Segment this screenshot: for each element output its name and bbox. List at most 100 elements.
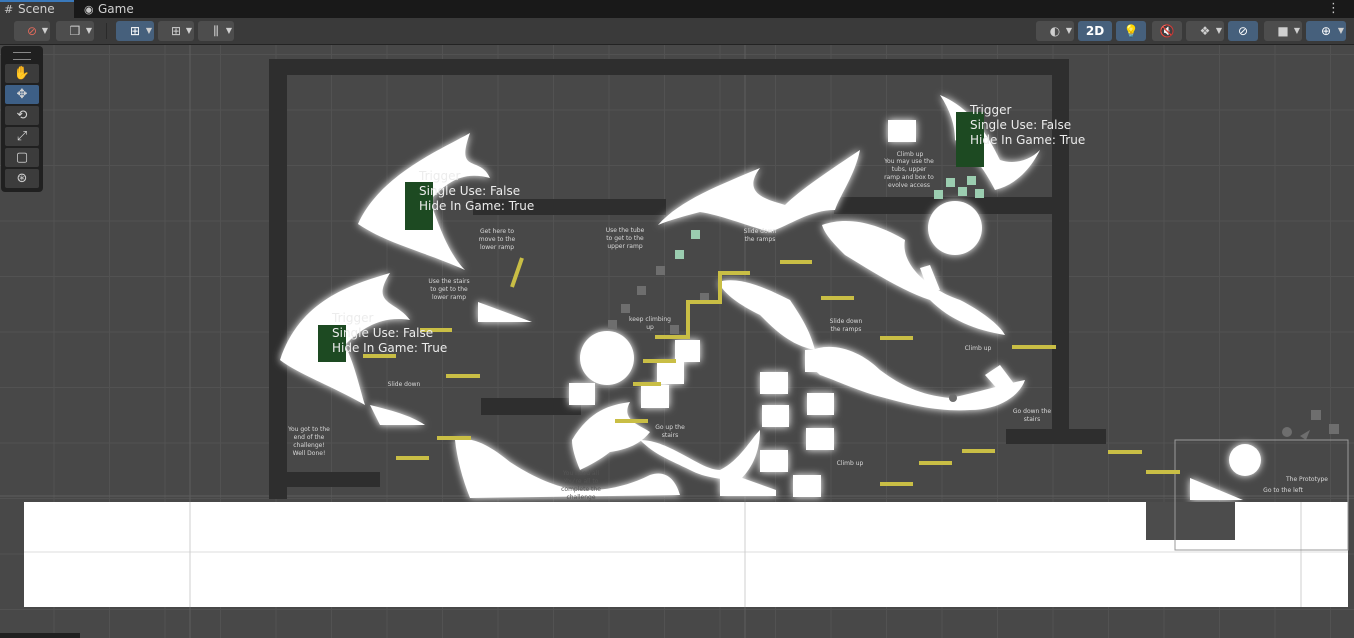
move-tool-button[interactable]: ✥	[5, 85, 39, 104]
trigger-hide: Hide In Game: True	[419, 199, 535, 213]
tube-bead	[967, 176, 976, 185]
box	[641, 385, 669, 408]
tube-bead	[608, 320, 617, 329]
chevron-down-icon: ▼	[145, 26, 152, 35]
scene-view-mode-button[interactable]: ◐ ▼	[1036, 21, 1074, 41]
trigger-single-use: Single Use: False	[419, 184, 521, 198]
hint-label: The Prototype	[1285, 476, 1328, 483]
box	[888, 120, 916, 142]
hand-tool-button[interactable]: ✋	[5, 64, 39, 83]
grid-icon: #	[4, 3, 14, 16]
tube-bead	[934, 190, 943, 199]
chevron-down-icon: ▼	[1337, 26, 1344, 35]
ramp	[720, 470, 776, 496]
tube-bead	[1329, 424, 1339, 434]
trigger-hide: Hide In Game: True	[970, 133, 1086, 147]
tab-scene[interactable]: # Scene	[0, 0, 74, 18]
chevron-down-icon: ▼	[185, 26, 192, 35]
mute-icon: 🔇	[1159, 24, 1175, 38]
rect-icon: ▢	[15, 150, 29, 165]
pivot-icon: ⊘	[26, 24, 38, 38]
ramp	[718, 280, 815, 350]
rotate-icon: ⟲	[16, 108, 28, 123]
align-icon: ⫼	[213, 24, 219, 38]
hint-label: Slide down the ramps	[829, 318, 863, 333]
draw-mode-button[interactable]: ⊘ ▼	[14, 21, 50, 41]
hint-label: You need all You're all to complete the …	[561, 470, 601, 501]
tab-game[interactable]: ◉ Game	[80, 0, 150, 18]
rect-tool-button[interactable]: ▢	[5, 148, 39, 167]
more-options-icon[interactable]: ⋮	[1327, 0, 1340, 18]
scale-tool-button[interactable]: ⤢	[5, 127, 39, 146]
ball	[1229, 444, 1261, 476]
eye-hidden-icon: ⊘	[1237, 24, 1249, 38]
audio-toggle-button[interactable]: 🔇	[1152, 21, 1182, 41]
chevron-down-icon: ▼	[1065, 26, 1072, 35]
scene-visibility-button[interactable]: ⊘	[1228, 21, 1258, 41]
box	[805, 350, 833, 372]
ball	[580, 331, 634, 385]
tools-overlay: ✋ ✥ ⟲ ⤢ ▢ ⊛	[1, 46, 43, 192]
tube-bead	[975, 189, 984, 198]
box	[657, 362, 684, 384]
ramp	[478, 302, 532, 322]
tube-bead	[949, 394, 957, 402]
trigger-hide: Hide In Game: True	[332, 341, 448, 355]
drag-handle-icon[interactable]	[13, 52, 31, 60]
rotate-tool-button[interactable]: ⟲	[5, 106, 39, 125]
align-button[interactable]: ⫼ ▼	[198, 21, 234, 41]
box	[806, 428, 834, 450]
cube-icon: ❒	[69, 24, 81, 38]
scene-toolbar: ⊘ ▼ ❒ ▼ ⊞ ▼ ⊞ ▼ ⫼ ▼ ◐ ▼ 2D 💡 🔇 ❖ ▼ ⊘ ■ ▼ ⊕ ▼	[0, 18, 1354, 45]
tube-bead	[691, 230, 700, 239]
transform-icon: ⊛	[16, 171, 28, 186]
trigger-single-use: Single Use: False	[970, 118, 1072, 132]
tab-scene-label: Scene	[18, 2, 55, 16]
box	[762, 405, 789, 427]
hint-label: Go up the stairs	[655, 424, 685, 439]
globe-icon: ⊕	[1320, 24, 1332, 38]
trigger-label: Trigger Single Use: False Hide In Game: …	[332, 311, 447, 356]
box	[793, 475, 821, 497]
tube-bead	[637, 286, 646, 295]
box	[569, 383, 595, 405]
trigger-single-use: Single Use: False	[332, 326, 434, 340]
snap-icon: ⊞	[170, 24, 182, 38]
hint-label: Slide down the ramps	[743, 228, 777, 243]
scale-icon: ⤢	[16, 129, 28, 144]
hint-label: Use the tube to get to the upper ramp	[605, 227, 645, 250]
gizmos-button[interactable]: ⊕ ▼	[1306, 21, 1346, 41]
ramp	[1190, 478, 1243, 500]
chevron-down-icon: ▼	[225, 26, 232, 35]
ramp	[572, 402, 650, 470]
tube-bead	[1282, 427, 1292, 437]
grid-snap-icon: ⊞	[129, 24, 141, 38]
effects-button[interactable]: ❖ ▼	[1186, 21, 1224, 41]
increment-snap-button[interactable]: ⊞ ▼	[158, 21, 194, 41]
hint-label: Slide down	[387, 381, 421, 388]
pit	[1146, 502, 1235, 540]
chevron-down-icon: ▼	[1215, 26, 1222, 35]
lightbulb-icon: 💡	[1123, 24, 1139, 38]
transform-tool-button[interactable]: ⊛	[5, 169, 39, 188]
box	[760, 450, 788, 472]
grid-snapping-button[interactable]: ⊞ ▼	[116, 21, 154, 41]
tube-bead	[656, 266, 665, 275]
hint-label: You got to the end of the challenge! Wel…	[288, 426, 330, 457]
scene-viewport[interactable]: Trigger Single Use: False Hide In Game: …	[0, 45, 1354, 638]
hint-label: Climb up	[836, 460, 864, 467]
tab-game-label: Game	[98, 2, 134, 16]
lighting-toggle-button[interactable]: 💡	[1116, 21, 1146, 41]
camera-button[interactable]: ■ ▼	[1264, 21, 1302, 41]
right-ledge	[1006, 429, 1106, 444]
left-wall	[269, 59, 287, 499]
toggle-2d-button[interactable]: 2D	[1078, 21, 1112, 41]
platform	[510, 257, 524, 288]
tube-bead	[1300, 430, 1310, 440]
tube-bead	[621, 304, 630, 313]
hint-label: Get here to move to the lower ramp	[478, 228, 516, 251]
box	[807, 393, 834, 415]
trigger-title: Trigger	[419, 169, 461, 183]
ramp	[370, 405, 425, 425]
render-mode-button[interactable]: ❒ ▼	[56, 21, 94, 41]
